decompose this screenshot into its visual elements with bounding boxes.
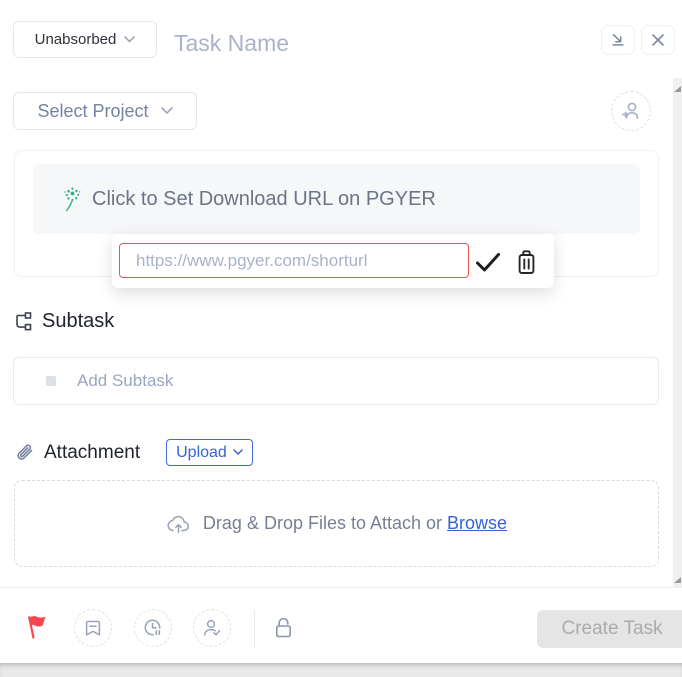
time-estimate-icon xyxy=(142,617,164,639)
invite-member-button[interactable] xyxy=(611,91,651,131)
privacy-lock-button[interactable] xyxy=(270,613,298,643)
subtask-title: Subtask xyxy=(42,310,114,333)
chevron-down-icon xyxy=(161,107,173,115)
bookmark-button[interactable] xyxy=(74,609,112,647)
task-name-input[interactable] xyxy=(174,25,474,61)
create-task-dialog: Unabsorbed Select Project xyxy=(0,0,682,677)
invite-member-icon xyxy=(619,99,643,123)
priority-flag-icon xyxy=(24,613,51,641)
priority-flag-button[interactable] xyxy=(22,612,52,642)
set-download-url-label: Click to Set Download URL on PGYER xyxy=(92,188,436,211)
select-project-dropdown[interactable]: Select Project xyxy=(13,92,197,130)
check-icon xyxy=(475,252,501,273)
dock-arrow-icon xyxy=(610,32,626,48)
select-project-label: Select Project xyxy=(37,101,148,122)
paperclip-icon xyxy=(13,442,35,464)
page-background-strip xyxy=(0,663,682,677)
minimize-button[interactable] xyxy=(601,25,635,55)
bookmark-icon xyxy=(83,618,103,638)
lock-icon xyxy=(272,615,296,641)
assignee-check-icon xyxy=(201,617,223,639)
drag-handle-icon xyxy=(46,376,56,386)
assignee-button[interactable] xyxy=(193,609,231,647)
dropzone-text: Drag & Drop Files to Attach orBrowse xyxy=(203,513,507,534)
pgyer-dandelion-icon xyxy=(60,186,81,213)
browse-link[interactable]: Browse xyxy=(447,513,507,533)
dropzone-prefix: Drag & Drop Files to Attach or xyxy=(203,513,442,533)
create-task-button[interactable]: Create Task xyxy=(537,610,682,648)
confirm-url-button[interactable] xyxy=(474,248,502,276)
footer-divider xyxy=(254,610,255,647)
set-download-url-banner[interactable]: Click to Set Download URL on PGYER xyxy=(33,164,640,234)
url-editor-popup xyxy=(112,234,554,288)
chevron-down-icon xyxy=(124,36,135,43)
close-x-icon xyxy=(651,33,665,47)
time-estimate-button[interactable] xyxy=(134,609,172,647)
subtask-tree-icon xyxy=(13,311,34,332)
chevron-down-icon xyxy=(233,449,243,456)
trash-icon xyxy=(515,249,538,276)
scrollbar-track[interactable] xyxy=(673,78,682,587)
cloud-upload-icon xyxy=(166,514,191,534)
attachment-dropzone[interactable]: Drag & Drop Files to Attach orBrowse xyxy=(14,480,659,567)
upload-dropdown-button[interactable]: Upload xyxy=(166,439,253,466)
upload-label: Upload xyxy=(176,444,227,462)
add-subtask-row[interactable] xyxy=(13,357,659,405)
download-url-input[interactable] xyxy=(119,243,469,278)
add-subtask-input[interactable] xyxy=(77,366,658,396)
subtask-section-header: Subtask xyxy=(13,310,114,333)
close-button[interactable] xyxy=(641,25,675,55)
delete-url-button[interactable] xyxy=(512,248,540,276)
status-dropdown-label: Unabsorbed xyxy=(35,31,117,48)
attachment-section-header: Attachment Upload xyxy=(13,439,253,466)
attachment-title: Attachment xyxy=(44,442,140,464)
status-dropdown[interactable]: Unabsorbed xyxy=(13,21,157,58)
